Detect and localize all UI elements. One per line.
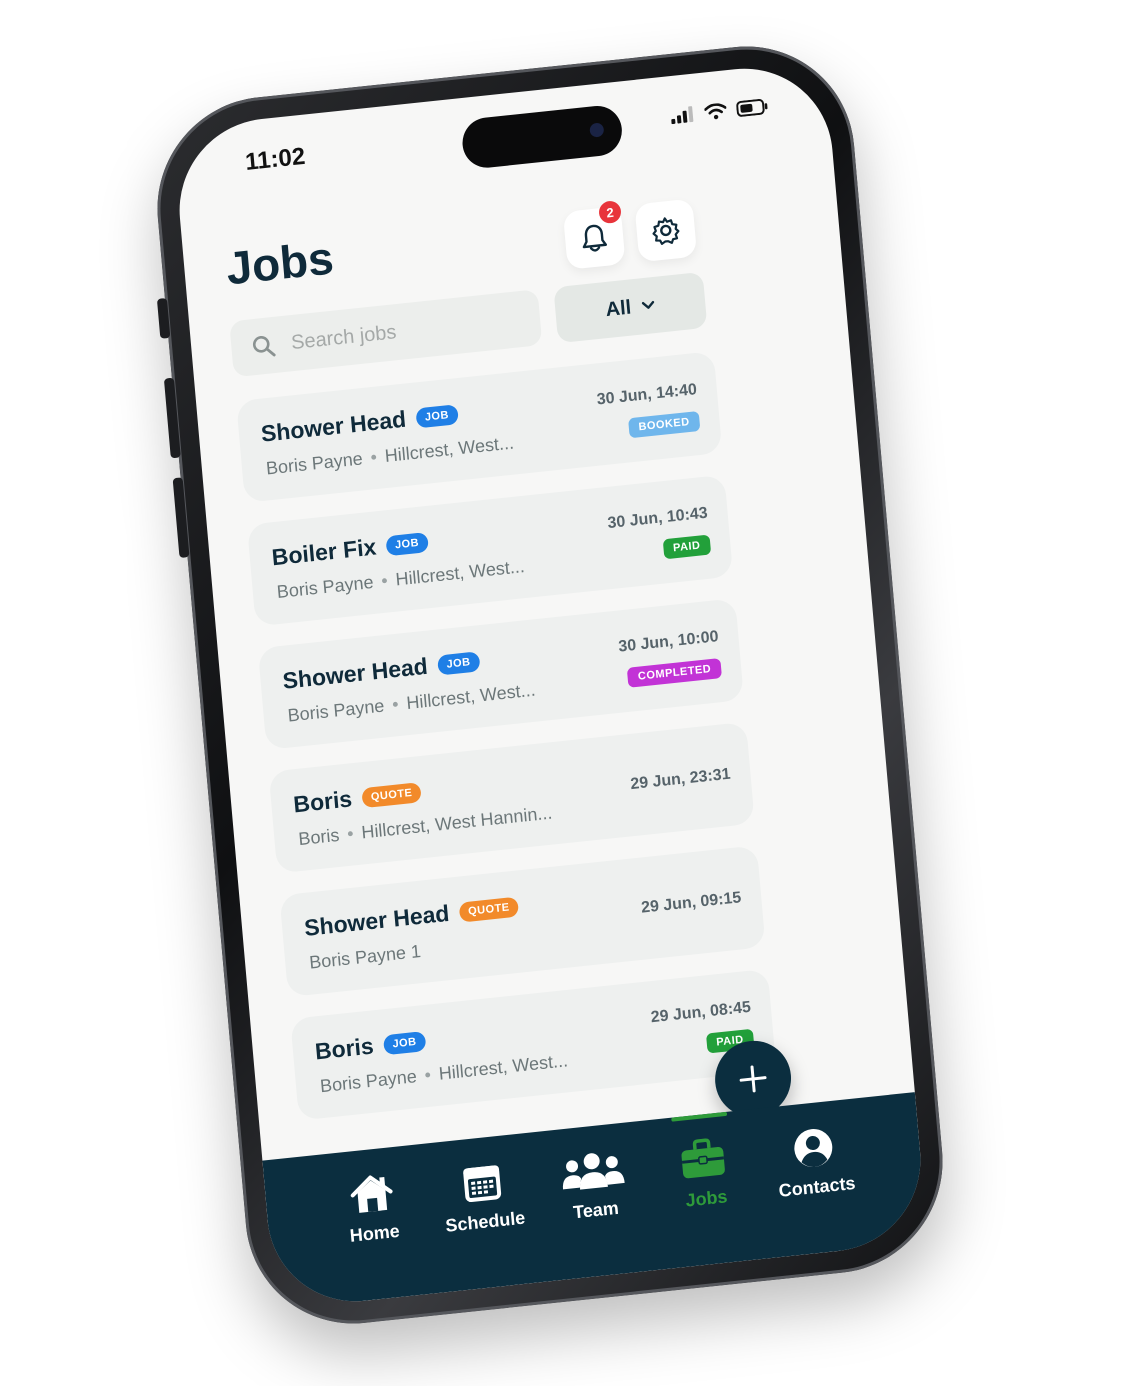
- job-card[interactable]: Boris QUOTE Boris • Hillcrest, West Hannin…: [268, 721, 755, 874]
- status-icons: [670, 98, 769, 125]
- job-type-badge: QUOTE: [361, 781, 423, 808]
- job-type-badge: JOB: [436, 650, 481, 676]
- filter-dropdown[interactable]: All: [553, 271, 708, 344]
- home-icon: [350, 1175, 393, 1213]
- user-circle-icon: [794, 1128, 833, 1168]
- page-title: Jobs: [224, 231, 336, 295]
- search-icon: [252, 336, 276, 357]
- nav-label: Home: [348, 1220, 401, 1246]
- dynamic-island: [460, 103, 624, 171]
- job-details: Boris Payne 1: [308, 941, 421, 974]
- job-location: Hillcrest, West Hannin...: [360, 802, 554, 843]
- job-client: Boris Payne: [286, 695, 386, 726]
- job-card[interactable]: Boiler Fix JOB Boris Payne • Hillcrest, We…: [246, 474, 734, 627]
- nav-label: Jobs: [684, 1186, 729, 1211]
- job-type-badge: JOB: [382, 1030, 427, 1055]
- status-time: 11:02: [244, 142, 307, 176]
- job-location: Hillcrest, West...: [394, 556, 526, 590]
- jobs-list: Shower Head JOB Boris Payne • Hillcrest, W…: [236, 351, 778, 1142]
- job-title: Boris: [292, 785, 354, 818]
- job-client: Boris Payne: [319, 1066, 418, 1097]
- job-status-badge: PAID: [662, 534, 712, 560]
- job-location: Hillcrest, West...: [383, 432, 515, 466]
- job-status-badge: BOOKED: [627, 410, 701, 439]
- phone-device: 11:02 Jobs 2 Search jobs All Shower Head…: [148, 35, 952, 1335]
- active-tab-indicator: [671, 1111, 728, 1122]
- job-location: Hillcrest, West...: [405, 679, 537, 714]
- job-title-row: Boiler Fix JOB: [271, 528, 429, 571]
- job-date: 29 Jun, 08:45: [650, 998, 752, 1027]
- battery-icon: [736, 98, 768, 117]
- nav-item-contacts[interactable]: Contacts: [760, 1098, 873, 1258]
- nav-label: Team: [572, 1197, 620, 1223]
- briefcase-icon: [681, 1138, 726, 1179]
- job-title-row: Boris QUOTE: [292, 778, 423, 818]
- plus-icon: [739, 1065, 767, 1093]
- job-title: Shower Head: [281, 652, 429, 694]
- job-title-row: Boris JOB: [314, 1027, 427, 1065]
- job-date: 30 Jun, 14:40: [596, 381, 698, 409]
- stage: 11:02 Jobs 2 Search jobs All Shower Head…: [0, 0, 1135, 1386]
- calendar-icon: [462, 1165, 501, 1203]
- job-date: 30 Jun, 10:43: [606, 504, 709, 533]
- wifi-icon: [704, 103, 727, 120]
- job-title: Boiler Fix: [270, 533, 378, 571]
- nav-item-jobs[interactable]: Jobs: [649, 1110, 762, 1270]
- job-date: 29 Jun, 09:15: [640, 889, 742, 917]
- job-client: Boris: [297, 824, 341, 850]
- job-title-row: Shower Head QUOTE: [303, 893, 520, 942]
- nav-item-team[interactable]: Team: [539, 1121, 652, 1281]
- team-icon: [562, 1153, 625, 1190]
- job-date: 30 Jun, 10:00: [617, 628, 720, 656]
- bell-icon: [582, 224, 608, 252]
- job-location: Hillcrest, West...: [437, 1050, 569, 1084]
- job-card[interactable]: Shower Head JOB Boris Payne • Hillcrest, W…: [257, 598, 744, 750]
- app-screen: 11:02 Jobs 2 Search jobs All Shower Head…: [172, 59, 928, 1311]
- job-client: Boris Payne: [265, 448, 364, 479]
- job-card[interactable]: Boris JOB Boris Payne • Hillcrest, West...…: [290, 968, 777, 1121]
- job-type-badge: JOB: [415, 403, 459, 429]
- job-title: Shower Head: [303, 899, 451, 941]
- job-type-badge: QUOTE: [458, 896, 520, 923]
- job-card[interactable]: Shower Head QUOTE Boris Payne 1 29 Jun, …: [279, 845, 766, 998]
- nav-label: Contacts: [777, 1172, 857, 1201]
- job-type-badge: JOB: [385, 531, 429, 556]
- job-title: Boris: [313, 1032, 375, 1065]
- job-client: Boris Payne 1: [308, 941, 422, 973]
- cellular-signal-icon: [671, 106, 694, 125]
- job-title: Shower Head: [259, 405, 408, 447]
- job-card[interactable]: Shower Head JOB Boris Payne • Hillcrest, W…: [236, 351, 723, 503]
- nav-item-schedule[interactable]: Schedule: [428, 1133, 541, 1293]
- filter-label: All: [604, 295, 633, 321]
- search-input[interactable]: [288, 307, 514, 356]
- settings-button[interactable]: [634, 198, 698, 263]
- gear-icon: [652, 217, 680, 245]
- notification-count-badge: 2: [598, 200, 622, 225]
- chevron-down-icon: [641, 300, 654, 309]
- camera-icon: [589, 122, 605, 138]
- nav-label: Schedule: [444, 1207, 526, 1236]
- job-client: Boris Payne: [276, 571, 375, 603]
- notifications-button[interactable]: 2: [562, 200, 626, 270]
- job-date: 29 Jun, 23:31: [629, 765, 732, 794]
- job-status-badge: COMPLETED: [627, 658, 723, 688]
- search-field[interactable]: [229, 289, 543, 378]
- nav-item-home[interactable]: Home: [318, 1144, 431, 1304]
